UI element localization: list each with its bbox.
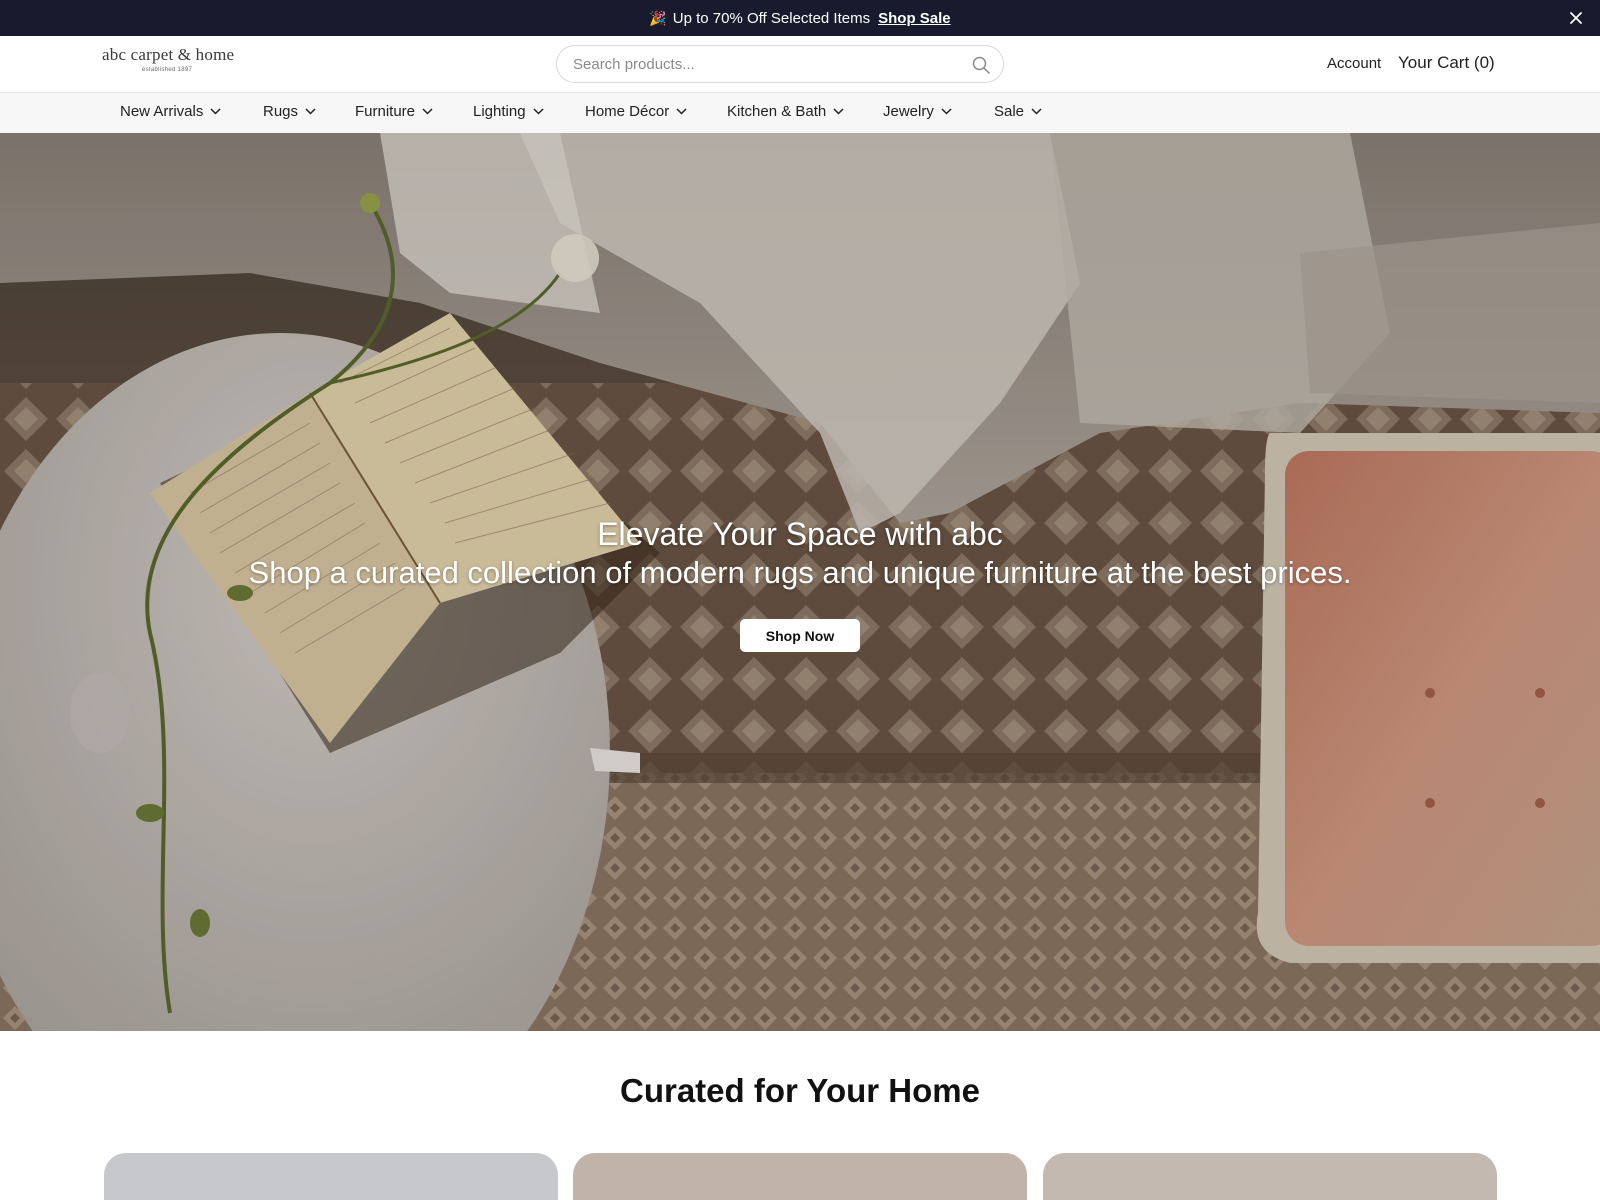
hero-banner: Elevate Your Space with abc Shop a curat… <box>0 133 1600 1031</box>
nav-item-label: New Arrivals <box>120 103 204 120</box>
site-header: abc carpet & home established 1897 Accou… <box>0 36 1600 92</box>
nav-item-lighting[interactable]: Lighting <box>473 103 544 120</box>
nav-item-label: Lighting <box>473 103 526 120</box>
account-link[interactable]: Account <box>1327 55 1381 72</box>
party-popper-icon: 🎉 <box>649 9 667 26</box>
nav-item-new-arrivals[interactable]: New Arrivals <box>120 103 221 120</box>
nav-item-label: Rugs <box>263 103 299 120</box>
product-card[interactable] <box>1043 1153 1497 1200</box>
logo-wordmark: abc carpet & home <box>102 45 235 64</box>
nav-item-label: Home Décor <box>585 103 670 120</box>
hero-subtitle: Shop a curated collection of modern rugs… <box>248 555 1352 590</box>
nav-item-rugs[interactable]: Rugs <box>263 103 316 120</box>
product-card[interactable] <box>573 1153 1027 1200</box>
nav-item-jewelry[interactable]: Jewelry <box>883 103 952 120</box>
chevron-down-icon <box>422 108 433 115</box>
close-icon[interactable] <box>1566 8 1586 28</box>
chevron-down-icon <box>210 108 221 115</box>
cart-link[interactable]: Your Cart (0) <box>1398 53 1495 73</box>
nav-item-sale[interactable]: Sale <box>994 103 1042 120</box>
product-card[interactable] <box>104 1153 558 1200</box>
nav-item-kitchen-bath[interactable]: Kitchen & Bath <box>727 103 844 120</box>
search-bar <box>556 45 1004 83</box>
shop-sale-link[interactable]: Shop Sale <box>878 10 951 27</box>
logo-tagline: established 1897 <box>142 67 193 73</box>
nav-item-home-decor[interactable]: Home Décor <box>585 103 687 120</box>
nav-item-label: Kitchen & Bath <box>727 103 827 120</box>
nav-item-furniture[interactable]: Furniture <box>355 103 433 120</box>
logo[interactable]: abc carpet & home established 1897 <box>102 45 242 85</box>
chevron-down-icon <box>305 108 316 115</box>
chevron-down-icon <box>941 108 952 115</box>
shop-now-button[interactable]: Shop Now <box>740 619 860 652</box>
main-nav: New Arrivals Rugs Furniture Lighting Hom… <box>0 92 1600 133</box>
nav-item-label: Furniture <box>355 103 416 120</box>
nav-item-label: Jewelry <box>883 103 934 120</box>
announcement-text: Up to 70% Off Selected Items <box>672 9 871 27</box>
chevron-down-icon <box>1031 108 1042 115</box>
search-input[interactable] <box>573 54 953 74</box>
chevron-down-icon <box>533 108 544 115</box>
chevron-down-icon <box>676 108 687 115</box>
chevron-down-icon <box>833 108 844 115</box>
search-icon[interactable] <box>971 55 991 75</box>
nav-item-label: Sale <box>994 103 1025 120</box>
hero-text: Elevate Your Space with abc Shop a curat… <box>0 515 1600 593</box>
section-title: Curated for Your Home <box>620 1072 980 1109</box>
hero-title: Elevate Your Space with abc <box>597 516 1003 552</box>
announcement-bar: 🎉 Up to 70% Off Selected Items Shop Sale <box>0 0 1600 36</box>
